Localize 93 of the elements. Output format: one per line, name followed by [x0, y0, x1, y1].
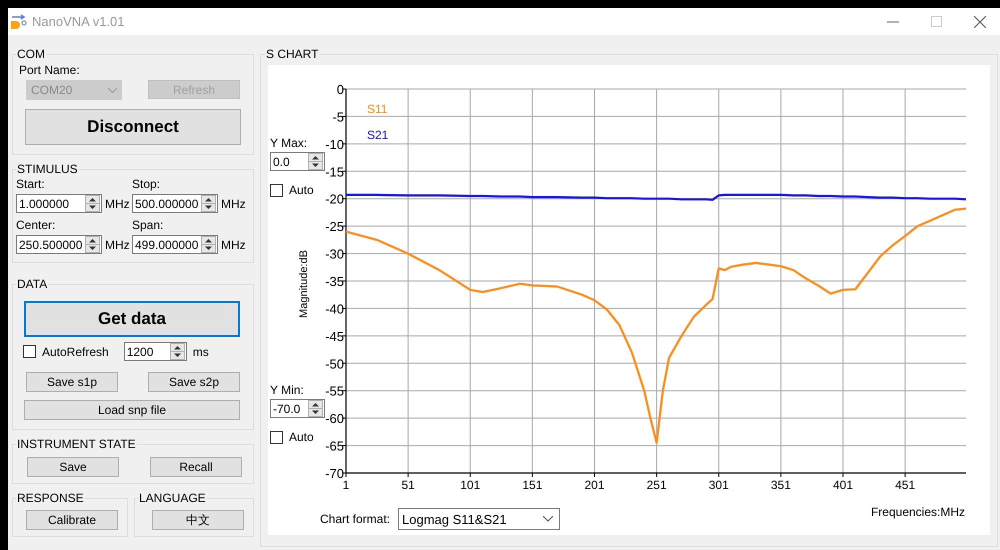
unit-label: MHz: [105, 196, 130, 210]
y-tick-label: -65: [325, 438, 344, 454]
button[interactable]: Load snp file: [24, 400, 240, 420]
number-field[interactable]: 0.0: [270, 152, 325, 171]
y-tick-label: 0: [336, 82, 344, 97]
legend-label: S21: [367, 128, 388, 142]
x-tick-label: 201: [584, 478, 605, 492]
y-tick-label: -70: [325, 466, 344, 481]
x-tick-label: 351: [770, 478, 791, 492]
y-tick-label: -25: [325, 219, 344, 234]
unit-label: MHz: [221, 238, 246, 252]
x-axis-title: Frequencies:MHz: [870, 505, 965, 519]
number-field[interactable]: 1.000000: [16, 194, 102, 213]
spin-arrows-icon[interactable]: [170, 343, 185, 360]
x-tick-label: 101: [460, 478, 480, 492]
number-field[interactable]: 250.500000: [16, 235, 102, 254]
format-dropdown[interactable]: Logmag S11&S21: [398, 508, 560, 530]
field-label: Stop:: [132, 177, 162, 191]
number-field[interactable]: 1200: [124, 342, 187, 361]
group-title: STIMULUS: [16, 162, 79, 176]
field-value: 500.000000: [135, 196, 200, 210]
field-label: Span:: [132, 218, 164, 232]
button[interactable]: Save: [27, 457, 119, 477]
x-tick-label: 1: [342, 478, 350, 492]
button[interactable]: Get data: [24, 301, 240, 337]
y-tick-label: -35: [325, 274, 344, 289]
app-logo-icon: [10, 14, 28, 30]
checkbox-label: Auto: [289, 183, 314, 197]
checkbox-label: Auto: [289, 430, 314, 444]
field-value: 0.0: [273, 154, 291, 168]
x-tick-label: 151: [522, 478, 542, 492]
group-title: DATA: [16, 277, 48, 291]
group-title: RESPONSE: [16, 491, 85, 505]
field-value: -70.0: [273, 402, 302, 416]
button[interactable]: Recall: [150, 457, 242, 477]
x-tick-label: 51: [401, 478, 415, 492]
field-value: 1.000000: [19, 196, 70, 210]
y-tick-label: -40: [325, 301, 344, 316]
button[interactable]: 中文: [152, 510, 244, 530]
field-label: Center:: [16, 218, 56, 232]
y-tick-label: -5: [332, 109, 344, 124]
checkbox[interactable]: [270, 184, 283, 196]
y-tick-label: -55: [325, 384, 344, 399]
window-title: NanoVNA v1.01: [32, 14, 126, 29]
field-label: Y Max:: [270, 136, 308, 150]
y-axis-title: Magnitude:dB: [298, 250, 310, 318]
field-value: 250.500000: [19, 238, 84, 252]
spin-arrows-icon[interactable]: [308, 400, 323, 417]
group-title: COM: [16, 47, 46, 61]
unit-label: MHz: [221, 196, 246, 210]
x-tick-label: 401: [832, 478, 853, 492]
checkbox[interactable]: [270, 430, 283, 444]
field-value: 499.000000: [135, 238, 200, 252]
x-tick-label: 451: [895, 478, 916, 492]
chevron-down-icon: [108, 88, 117, 92]
chevron-down-icon: [543, 516, 554, 522]
number-field[interactable]: 499.000000: [132, 235, 218, 254]
field-label: Y Min:: [270, 383, 305, 397]
button[interactable]: Save s2p: [148, 372, 240, 392]
legend-label: S11: [367, 102, 388, 116]
spin-arrows-icon[interactable]: [85, 236, 100, 253]
x-tick-label: 251: [646, 478, 667, 492]
y-tick-label: -10: [325, 136, 344, 152]
unit-label: ms: [192, 344, 209, 358]
unit-label: MHz: [105, 238, 130, 252]
number-field[interactable]: 500.000000: [132, 194, 218, 213]
group-title: INSTRUMENT STATE: [16, 437, 137, 451]
dropdown-value: Logmag S11&S21: [402, 512, 507, 526]
y-tick-label: -45: [325, 328, 344, 344]
field-label: Start:: [16, 177, 46, 191]
field-label: Chart format:: [320, 512, 390, 526]
y-tick-label: -30: [325, 246, 344, 262]
spin-arrows-icon[interactable]: [85, 195, 100, 212]
group-title: S CHART: [265, 47, 320, 61]
checkbox[interactable]: [23, 345, 36, 358]
field-value: 1200: [126, 344, 154, 358]
y-tick-label: -15: [325, 164, 344, 180]
y-tick-label: -60: [325, 411, 344, 426]
y-tick-label: -20: [325, 192, 344, 207]
group-title: LANGUAGE: [138, 491, 207, 505]
spin-arrows-icon[interactable]: [201, 195, 216, 212]
spin-arrows-icon[interactable]: [308, 153, 323, 170]
checkbox-label: AutoRefresh: [42, 344, 109, 358]
close-icon[interactable]: [974, 16, 986, 28]
spin-arrows-icon[interactable]: [201, 236, 216, 253]
field-label: Port Name:: [19, 63, 81, 77]
dropdown-value: COM20: [31, 83, 72, 97]
y-tick-label: -50: [325, 356, 344, 372]
button[interactable]: Save s1p: [26, 372, 118, 392]
button[interactable]: Calibrate: [26, 510, 118, 530]
number-field[interactable]: -70.0: [270, 399, 325, 418]
x-tick-label: 301: [708, 478, 729, 492]
button[interactable]: Disconnect: [25, 109, 241, 145]
